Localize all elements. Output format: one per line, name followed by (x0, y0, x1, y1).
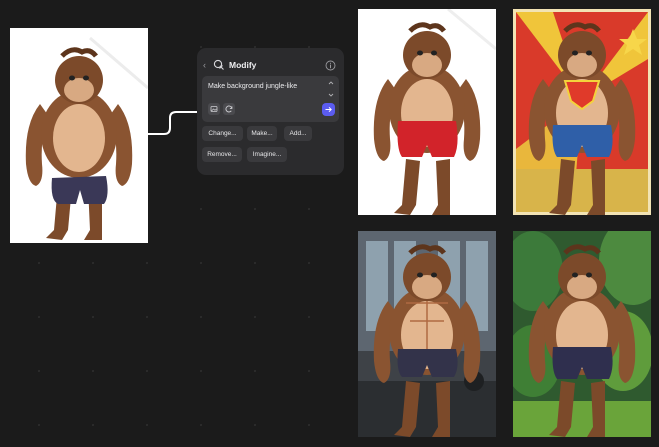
chevron-left-icon[interactable]: ‹ (203, 60, 213, 70)
suggestion-change[interactable]: Change... (202, 126, 243, 141)
prompt-text[interactable]: Make background jungle-like (208, 83, 297, 90)
modify-panel: ‹ Modify Make background jungle-like Cha… (197, 48, 344, 175)
panel-title: Modify (229, 60, 257, 70)
suggestion-make[interactable]: Make... (247, 126, 277, 141)
refresh-icon[interactable] (223, 103, 235, 115)
output-image-1[interactable] (358, 9, 496, 215)
scroll-arrows-icon[interactable] (327, 79, 335, 99)
prompt-input[interactable]: Make background jungle-like (202, 76, 339, 122)
suggestion-remove[interactable]: Remove... (202, 147, 242, 162)
source-image[interactable] (10, 28, 148, 243)
suggestion-imagine[interactable]: Imagine... (247, 147, 287, 162)
suggestion-add[interactable]: Add... (284, 126, 312, 141)
info-icon[interactable] (325, 60, 336, 71)
image-icon[interactable] (208, 103, 220, 115)
output-image-2[interactable] (513, 9, 651, 215)
connector-line (146, 111, 200, 135)
send-button[interactable] (322, 103, 335, 116)
arrow-right-icon (325, 106, 332, 113)
modify-icon (213, 59, 224, 70)
output-image-3[interactable] (358, 231, 496, 437)
output-image-4[interactable] (513, 231, 651, 437)
